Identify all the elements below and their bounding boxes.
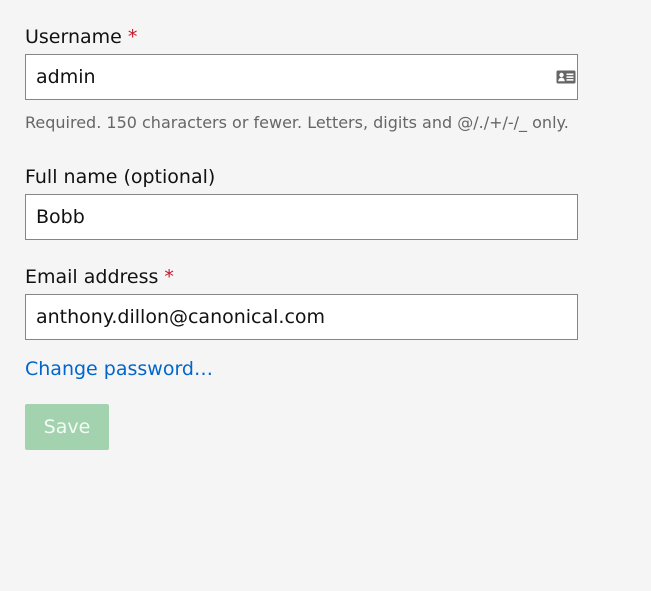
email-label: Email address * [25,265,174,289]
username-help-text: Required. 150 characters or fewer. Lette… [25,113,569,132]
username-label: Username * [25,25,137,49]
email-input[interactable] [26,295,577,339]
contact-card-icon-graphic [556,70,576,84]
save-button[interactable]: Save [25,404,109,450]
email-label-text: Email address [25,266,159,288]
required-marker: * [127,26,138,48]
full-name-label: Full name (optional) [25,166,216,188]
username-field-wrapper [25,54,578,100]
username-input[interactable] [26,55,577,99]
required-marker: * [164,266,174,288]
email-field-wrapper [25,294,578,340]
full-name-field-wrapper [25,194,578,240]
full-name-input[interactable] [26,195,577,239]
username-label-text: Username [25,26,122,48]
contact-card-icon[interactable] [556,69,576,85]
change-password-link[interactable]: Change password… [25,357,213,381]
